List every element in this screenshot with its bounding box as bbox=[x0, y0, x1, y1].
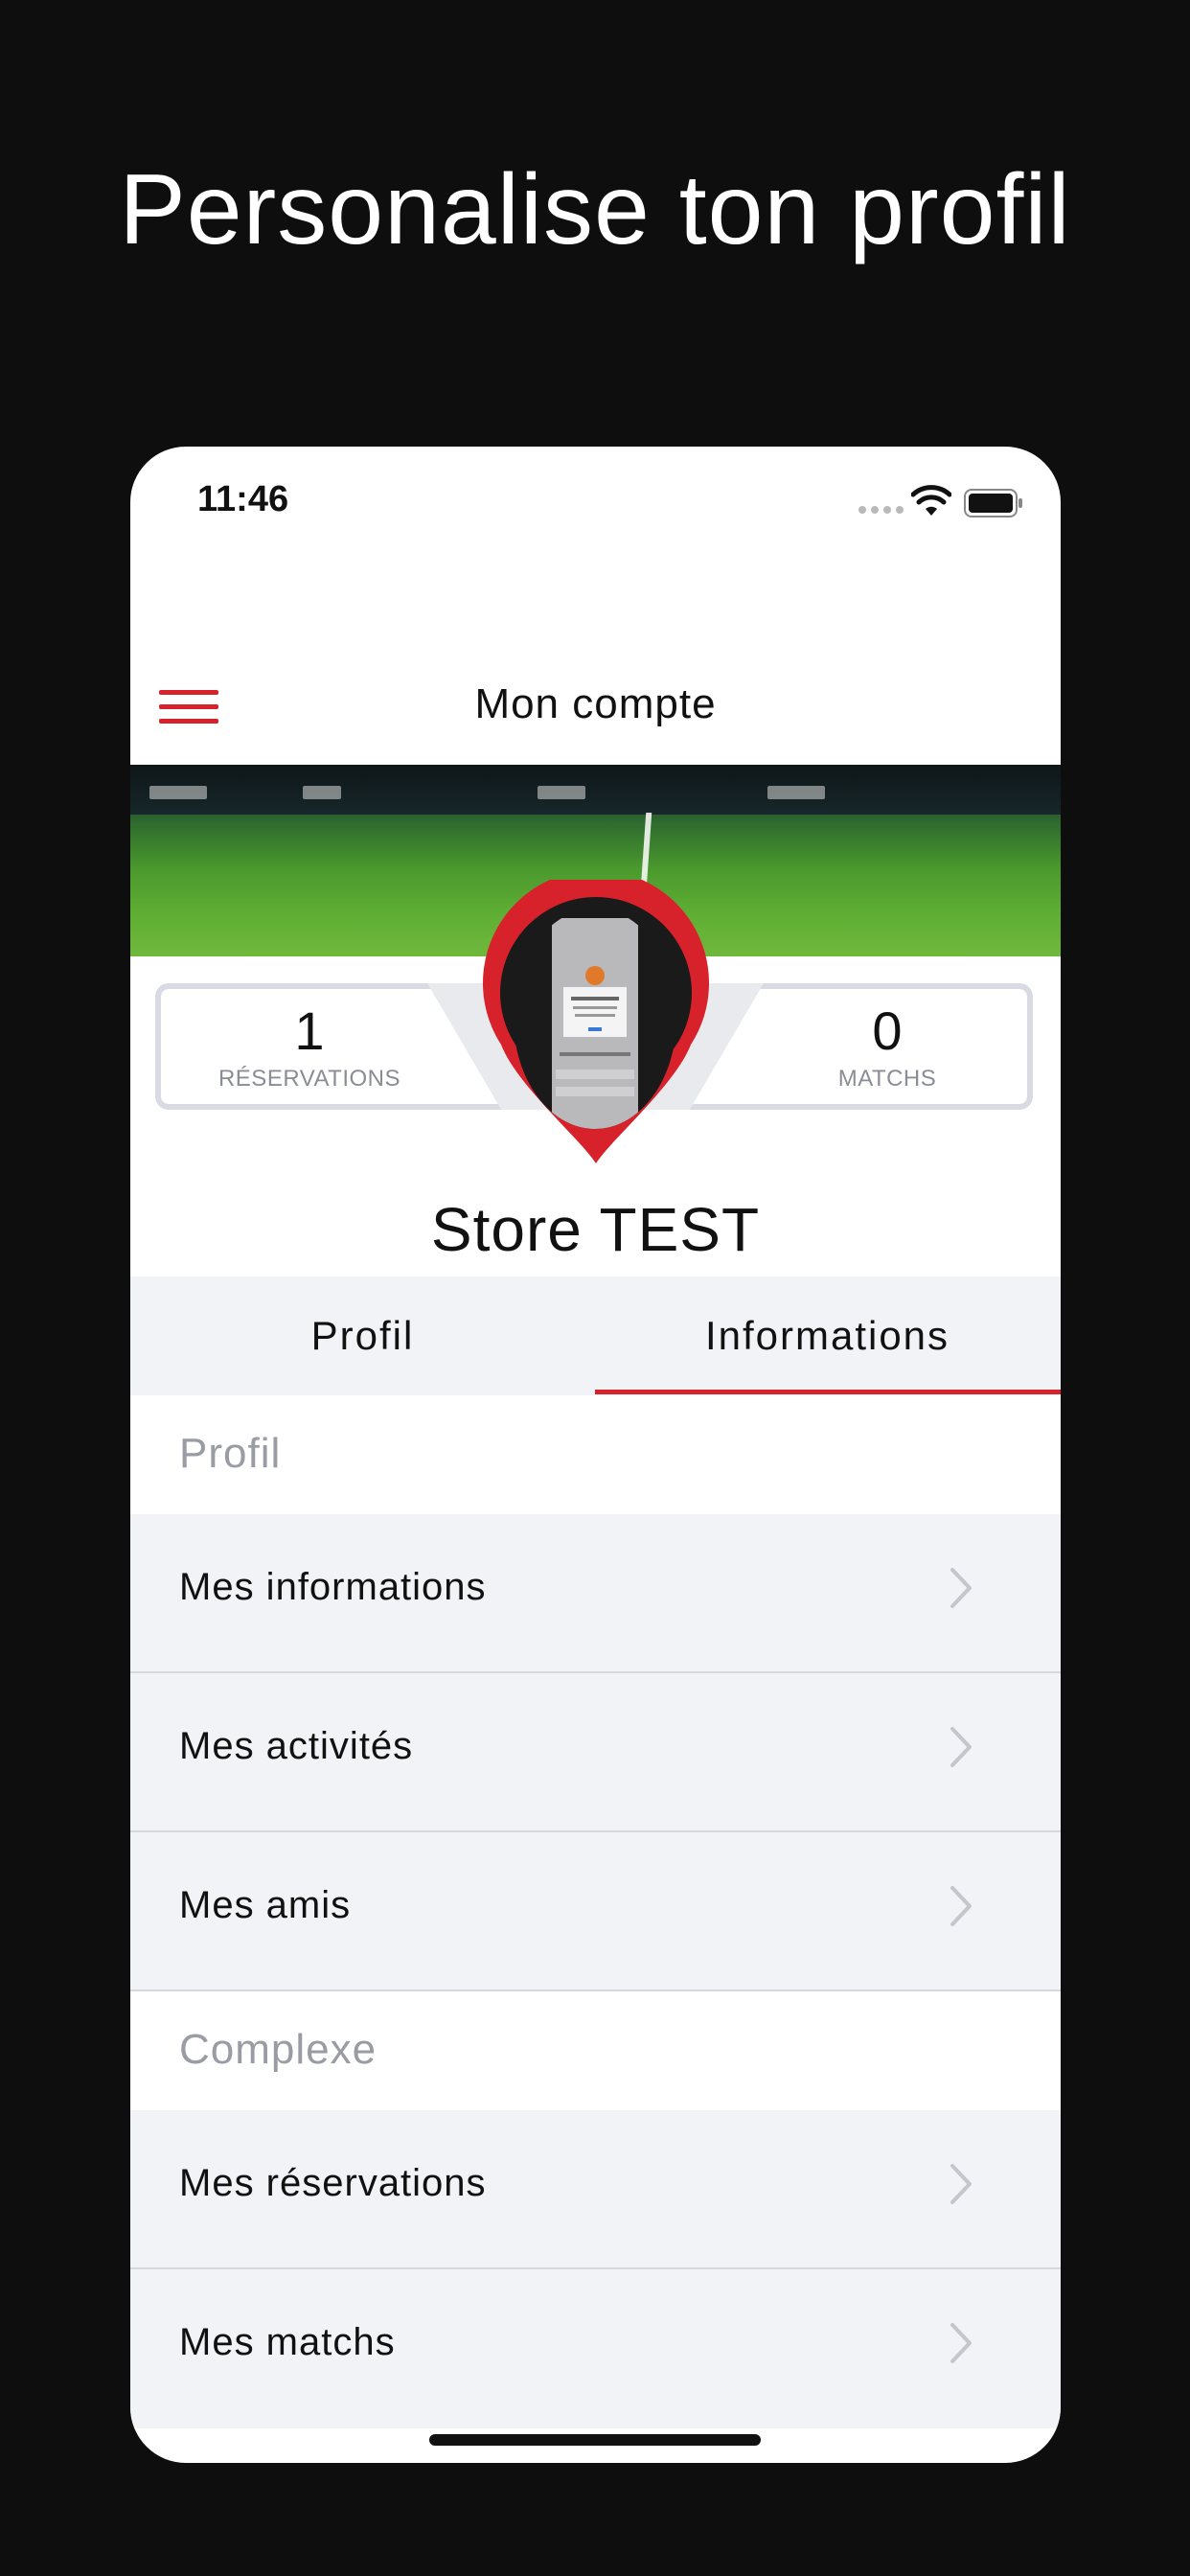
stat-matchs[interactable]: 0 MATCHS bbox=[772, 1000, 1002, 1092]
tab-informations[interactable]: Informations bbox=[595, 1276, 1060, 1395]
list-item-label: Mes activités bbox=[179, 1725, 414, 1767]
list-item-mes-matchs[interactable]: Mes matchs bbox=[130, 2269, 1061, 2428]
stat-reservations-value: 1 bbox=[294, 1000, 325, 1061]
battery-icon bbox=[964, 489, 1022, 518]
chevron-right-icon bbox=[950, 1886, 972, 1926]
list-item-label: Mes matchs bbox=[179, 2321, 396, 2363]
section-title: Complexe bbox=[179, 2026, 378, 2073]
nav-title: Mon compte bbox=[474, 680, 717, 727]
profile-tabs: Profil Informations bbox=[130, 1276, 1061, 1395]
wifi-icon bbox=[911, 485, 951, 516]
nav-bar: Mon compte bbox=[130, 638, 1061, 765]
status-bar: 11:46 bbox=[130, 447, 1061, 562]
status-time: 11:46 bbox=[197, 479, 289, 519]
tab-profil[interactable]: Profil bbox=[130, 1276, 595, 1395]
section-title: Profil bbox=[179, 1430, 282, 1477]
list-item-label: Mes informations bbox=[179, 1566, 487, 1608]
section-header-profil: Profil bbox=[130, 1395, 1061, 1514]
profile-name: Store TEST bbox=[430, 1195, 761, 1264]
phone-screen: 11:46 Mon compte 1 RÉSERVATIONS 0 MATCHS bbox=[130, 447, 1061, 2463]
chevron-right-icon bbox=[950, 2323, 972, 2363]
stat-matchs-label: MATCHS bbox=[837, 1066, 937, 1092]
section-header-complexe: Complexe bbox=[130, 1991, 1061, 2110]
chevron-right-icon bbox=[950, 1568, 972, 1608]
list-item-mes-amis[interactable]: Mes amis bbox=[130, 1832, 1061, 1991]
chevron-right-icon bbox=[950, 2164, 972, 2204]
cellular-signal-icon bbox=[858, 506, 904, 514]
stat-reservations-label: RÉSERVATIONS bbox=[217, 1066, 401, 1092]
stat-matchs-value: 0 bbox=[872, 1000, 903, 1061]
active-tab-indicator bbox=[595, 1390, 1061, 1394]
chevron-right-icon bbox=[950, 1727, 972, 1767]
list-item-label: Mes réservations bbox=[179, 2162, 487, 2204]
list-item-mes-reservations[interactable]: Mes réservations bbox=[130, 2110, 1061, 2269]
page-headline: Personalise ton profil bbox=[119, 154, 1071, 265]
list-item-label: Mes amis bbox=[179, 1884, 352, 1926]
home-indicator[interactable] bbox=[429, 2434, 761, 2446]
list-item-mes-activites[interactable]: Mes activités bbox=[130, 1673, 1061, 1832]
avatar[interactable] bbox=[514, 908, 676, 1129]
list-item-mes-informations[interactable]: Mes informations bbox=[130, 1514, 1061, 1673]
stat-reservations[interactable]: 1 RÉSERVATIONS bbox=[195, 1000, 424, 1092]
